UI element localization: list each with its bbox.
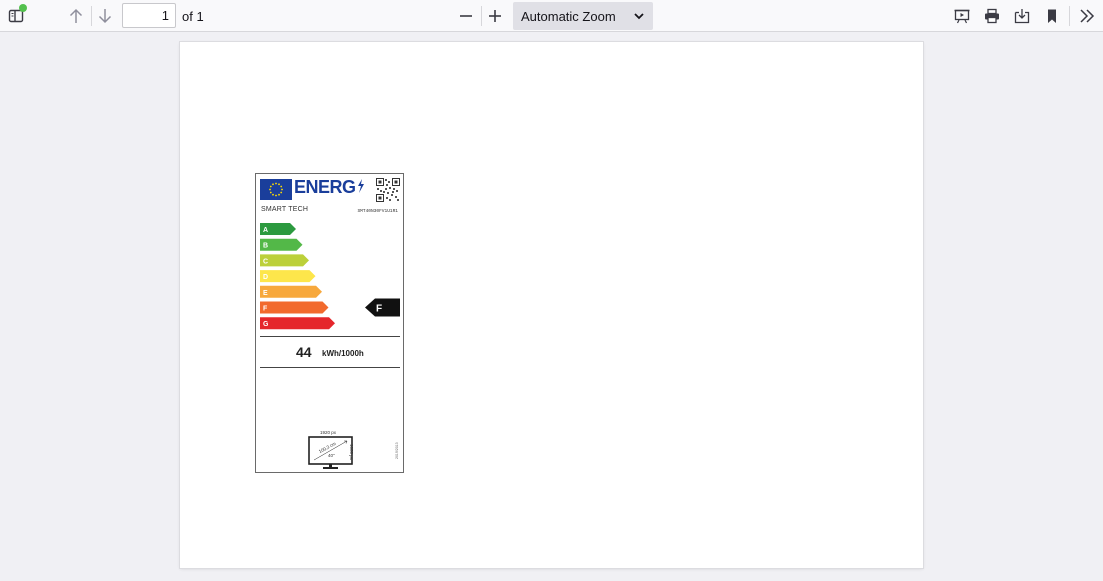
energy-class-letter: C [263,258,268,265]
pdf-toolbar: of 1 Automatic Zoom [0,0,1103,32]
arrow-up-icon [69,8,83,23]
tools-menu-button[interactable] [1074,3,1100,29]
energy-class-scale: A B C D E F G F [260,223,400,330]
minus-icon [460,15,472,17]
zoom-select[interactable]: Automatic Zoom [513,2,653,30]
print-button[interactable] [979,3,1005,29]
energy-rating-pointer [365,298,400,317]
arrow-down-icon [98,9,112,24]
toolbar-separator [1069,6,1070,26]
zoom-in-button[interactable] [482,3,508,29]
energy-consumption-value: 44 [296,344,312,360]
energy-class-letter: A [263,227,268,234]
zoom-out-button[interactable] [453,3,479,29]
energy-class-bar-d [260,270,316,283]
page-count-label: of 1 [182,9,204,24]
energy-class-letter: D [263,274,268,281]
regulation-code: 2019/2013 [395,442,399,459]
zoom-select-value: Automatic Zoom [521,8,616,24]
previous-page-button[interactable] [63,3,89,29]
energy-rating-letter: F [376,304,382,315]
presentation-mode-icon [954,9,970,24]
energy-class-letter: E [263,290,268,297]
page-number-input[interactable] [122,3,176,28]
tv-resolution-horizontal: 1920 px [320,430,337,435]
presentation-mode-button[interactable] [949,3,975,29]
energy-class-bar-e [260,285,322,298]
tv-resolution-vertical: 1080 px [349,444,354,461]
divider [260,336,400,337]
bookmark-button[interactable] [1039,3,1065,29]
next-page-button[interactable] [92,3,118,29]
energy-class-letter: G [263,321,269,328]
energy-class-letter: B [263,243,268,250]
energy-class-letter: F [263,306,268,313]
energy-class-bar-f [260,301,329,314]
energy-consumption-unit: kWh/1000h [322,349,364,358]
energy-label: ENERG SMART TECH SMT40N30FV1U1R1 ABCDEFG… [255,173,404,473]
chevron-down-icon [634,13,644,20]
tv-diagonal-inches: 40" [328,453,335,458]
energy-class-bar-g [260,317,335,330]
divider [260,367,400,368]
save-button[interactable] [1009,3,1035,29]
save-icon [1014,9,1030,24]
double-chevron-right-icon [1080,9,1095,23]
print-icon [985,8,999,24]
plus-icon [489,10,501,22]
notification-dot [19,4,27,12]
pdf-page: ENERG SMART TECH SMT40N30FV1U1R1 ABCDEFG… [180,42,923,568]
sidebar-toggle-button[interactable] [3,3,29,29]
bookmark-icon [1048,9,1056,23]
